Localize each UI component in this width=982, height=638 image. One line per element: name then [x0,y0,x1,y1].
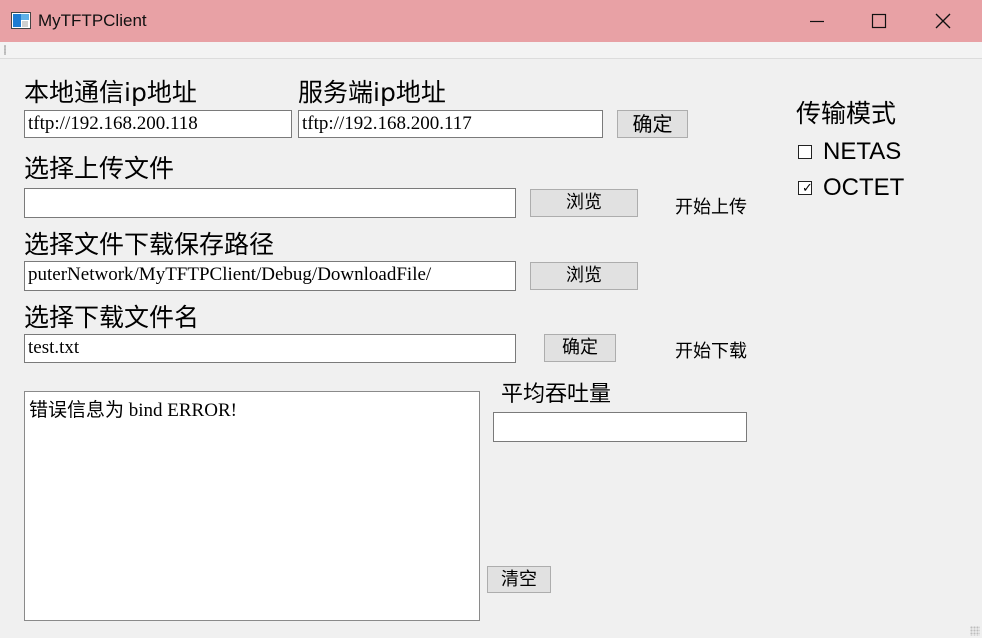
maximize-icon [871,13,887,29]
confirm-server-button[interactable]: 确定 [617,110,688,138]
minimize-button[interactable] [786,0,848,42]
error-log-textarea[interactable]: 错误信息为 bind ERROR! [24,391,480,621]
checked-box-icon: ✓ [798,181,813,195]
download-path-label: 选择文件下载保存路径 [24,230,275,259]
mode-octet-label: OCTET [823,174,905,201]
download-filename-label: 选择下载文件名 [24,303,200,332]
error-log-text: 错误信息为 bind ERROR! [29,400,237,421]
download-path-value: puterNetwork/MyTFTPClient/Debug/Download… [28,264,432,285]
download-filename-input[interactable]: test.txt [24,334,516,363]
upload-file-input[interactable] [24,188,516,218]
minimize-icon [810,20,824,23]
window-title: MyTFTPClient [38,11,147,30]
toolbar-grip-icon[interactable] [4,45,6,55]
start-upload-button[interactable]: 开始上传 [675,193,747,219]
local-ip-label: 本地通信ip地址 [24,78,197,107]
menu-strip [0,42,982,59]
close-button[interactable] [912,0,974,42]
maximize-button[interactable] [848,0,910,42]
app-icon [11,12,31,29]
close-icon [935,13,951,29]
resize-grip-icon[interactable] [970,626,980,636]
clear-button[interactable]: 清空 [487,566,551,593]
confirm-filename-button[interactable]: 确定 [544,334,616,362]
server-ip-input[interactable]: tftp://192.168.200.117 [298,110,603,138]
server-ip-label: 服务端ip地址 [298,78,446,107]
upload-file-label: 选择上传文件 [24,154,175,183]
download-path-input[interactable]: puterNetwork/MyTFTPClient/Debug/Download… [24,261,516,291]
start-download-button[interactable]: 开始下载 [675,337,747,363]
local-ip-input[interactable]: tftp://192.168.200.118 [24,110,292,138]
transfer-mode-label: 传输模式 [796,99,897,128]
title-bar: MyTFTPClient [0,0,982,42]
download-browse-button[interactable]: 浏览 [530,262,638,290]
throughput-label: 平均吞吐量 [501,382,612,407]
mode-netas-label: NETAS [823,138,902,165]
upload-browse-button[interactable]: 浏览 [530,189,638,217]
throughput-output[interactable] [493,412,747,442]
unchecked-box-icon [798,145,812,159]
